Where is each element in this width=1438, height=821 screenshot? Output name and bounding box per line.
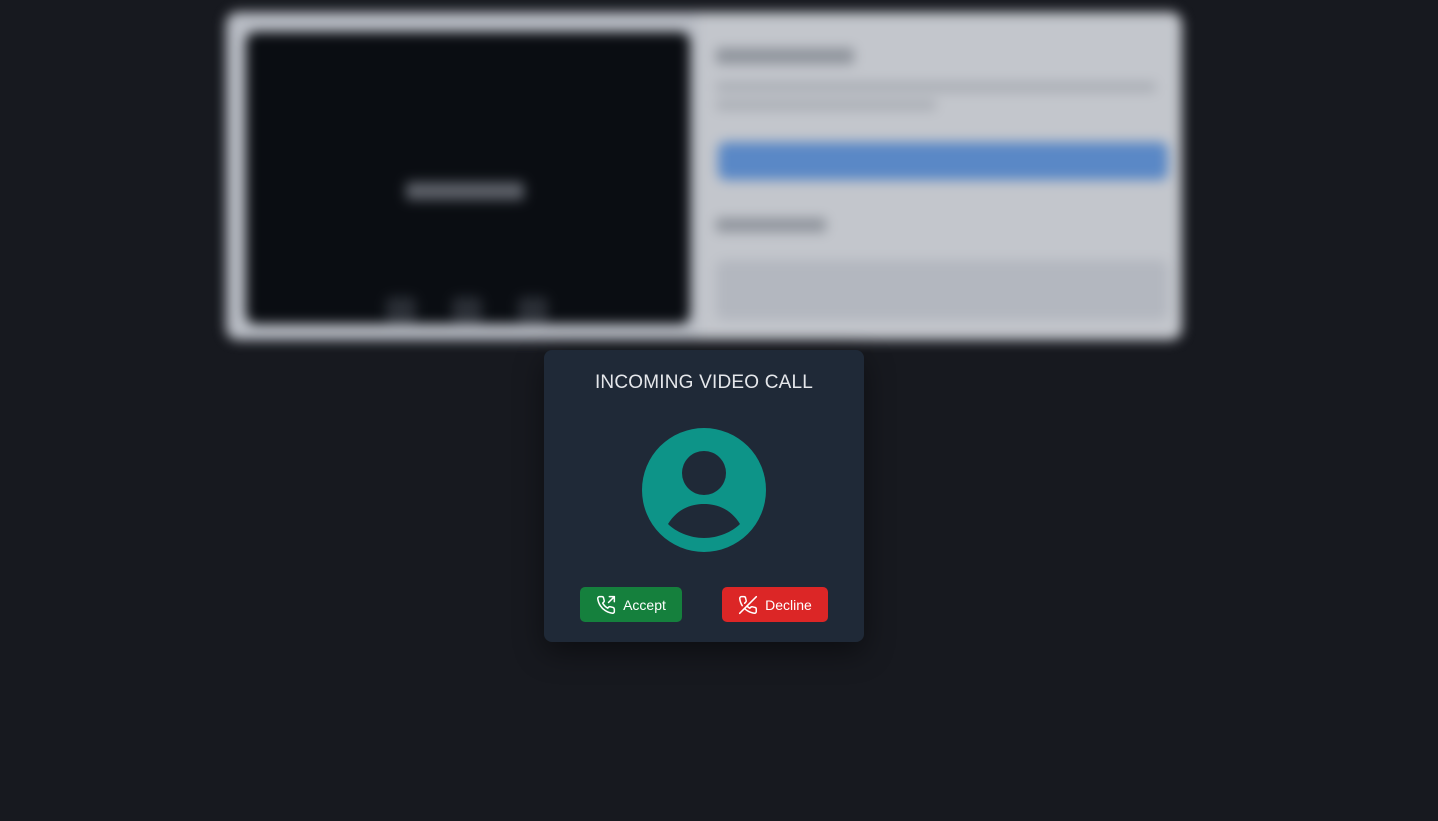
accept-call-button[interactable]: Accept [580,587,682,622]
blurred-control-button [386,297,416,323]
blurred-text [716,82,1156,92]
blurred-control-button [518,297,548,323]
blurred-video-area [246,32,690,324]
blurred-control-button [452,297,482,323]
user-avatar-icon [642,428,766,552]
blurred-side-panel [698,12,1182,340]
blurred-list-item [716,260,1168,320]
incoming-call-dialog: INCOMING VIDEO CALL Accept Decline [544,350,864,642]
phone-off-icon [739,595,758,614]
dialog-title: INCOMING VIDEO CALL [594,372,814,393]
blurred-primary-button [718,142,1168,180]
accept-button-label: Accept [623,596,666,613]
phone-outgoing-icon [597,595,616,614]
decline-button-label: Decline [765,596,812,613]
decline-call-button[interactable]: Decline [722,587,828,622]
blurred-video-label [406,182,524,200]
blurred-background-app [226,12,1182,340]
app-screen: INCOMING VIDEO CALL Accept Decline [0,0,1438,821]
blurred-heading [716,218,826,232]
blurred-text [716,100,936,110]
blurred-heading [716,48,854,64]
